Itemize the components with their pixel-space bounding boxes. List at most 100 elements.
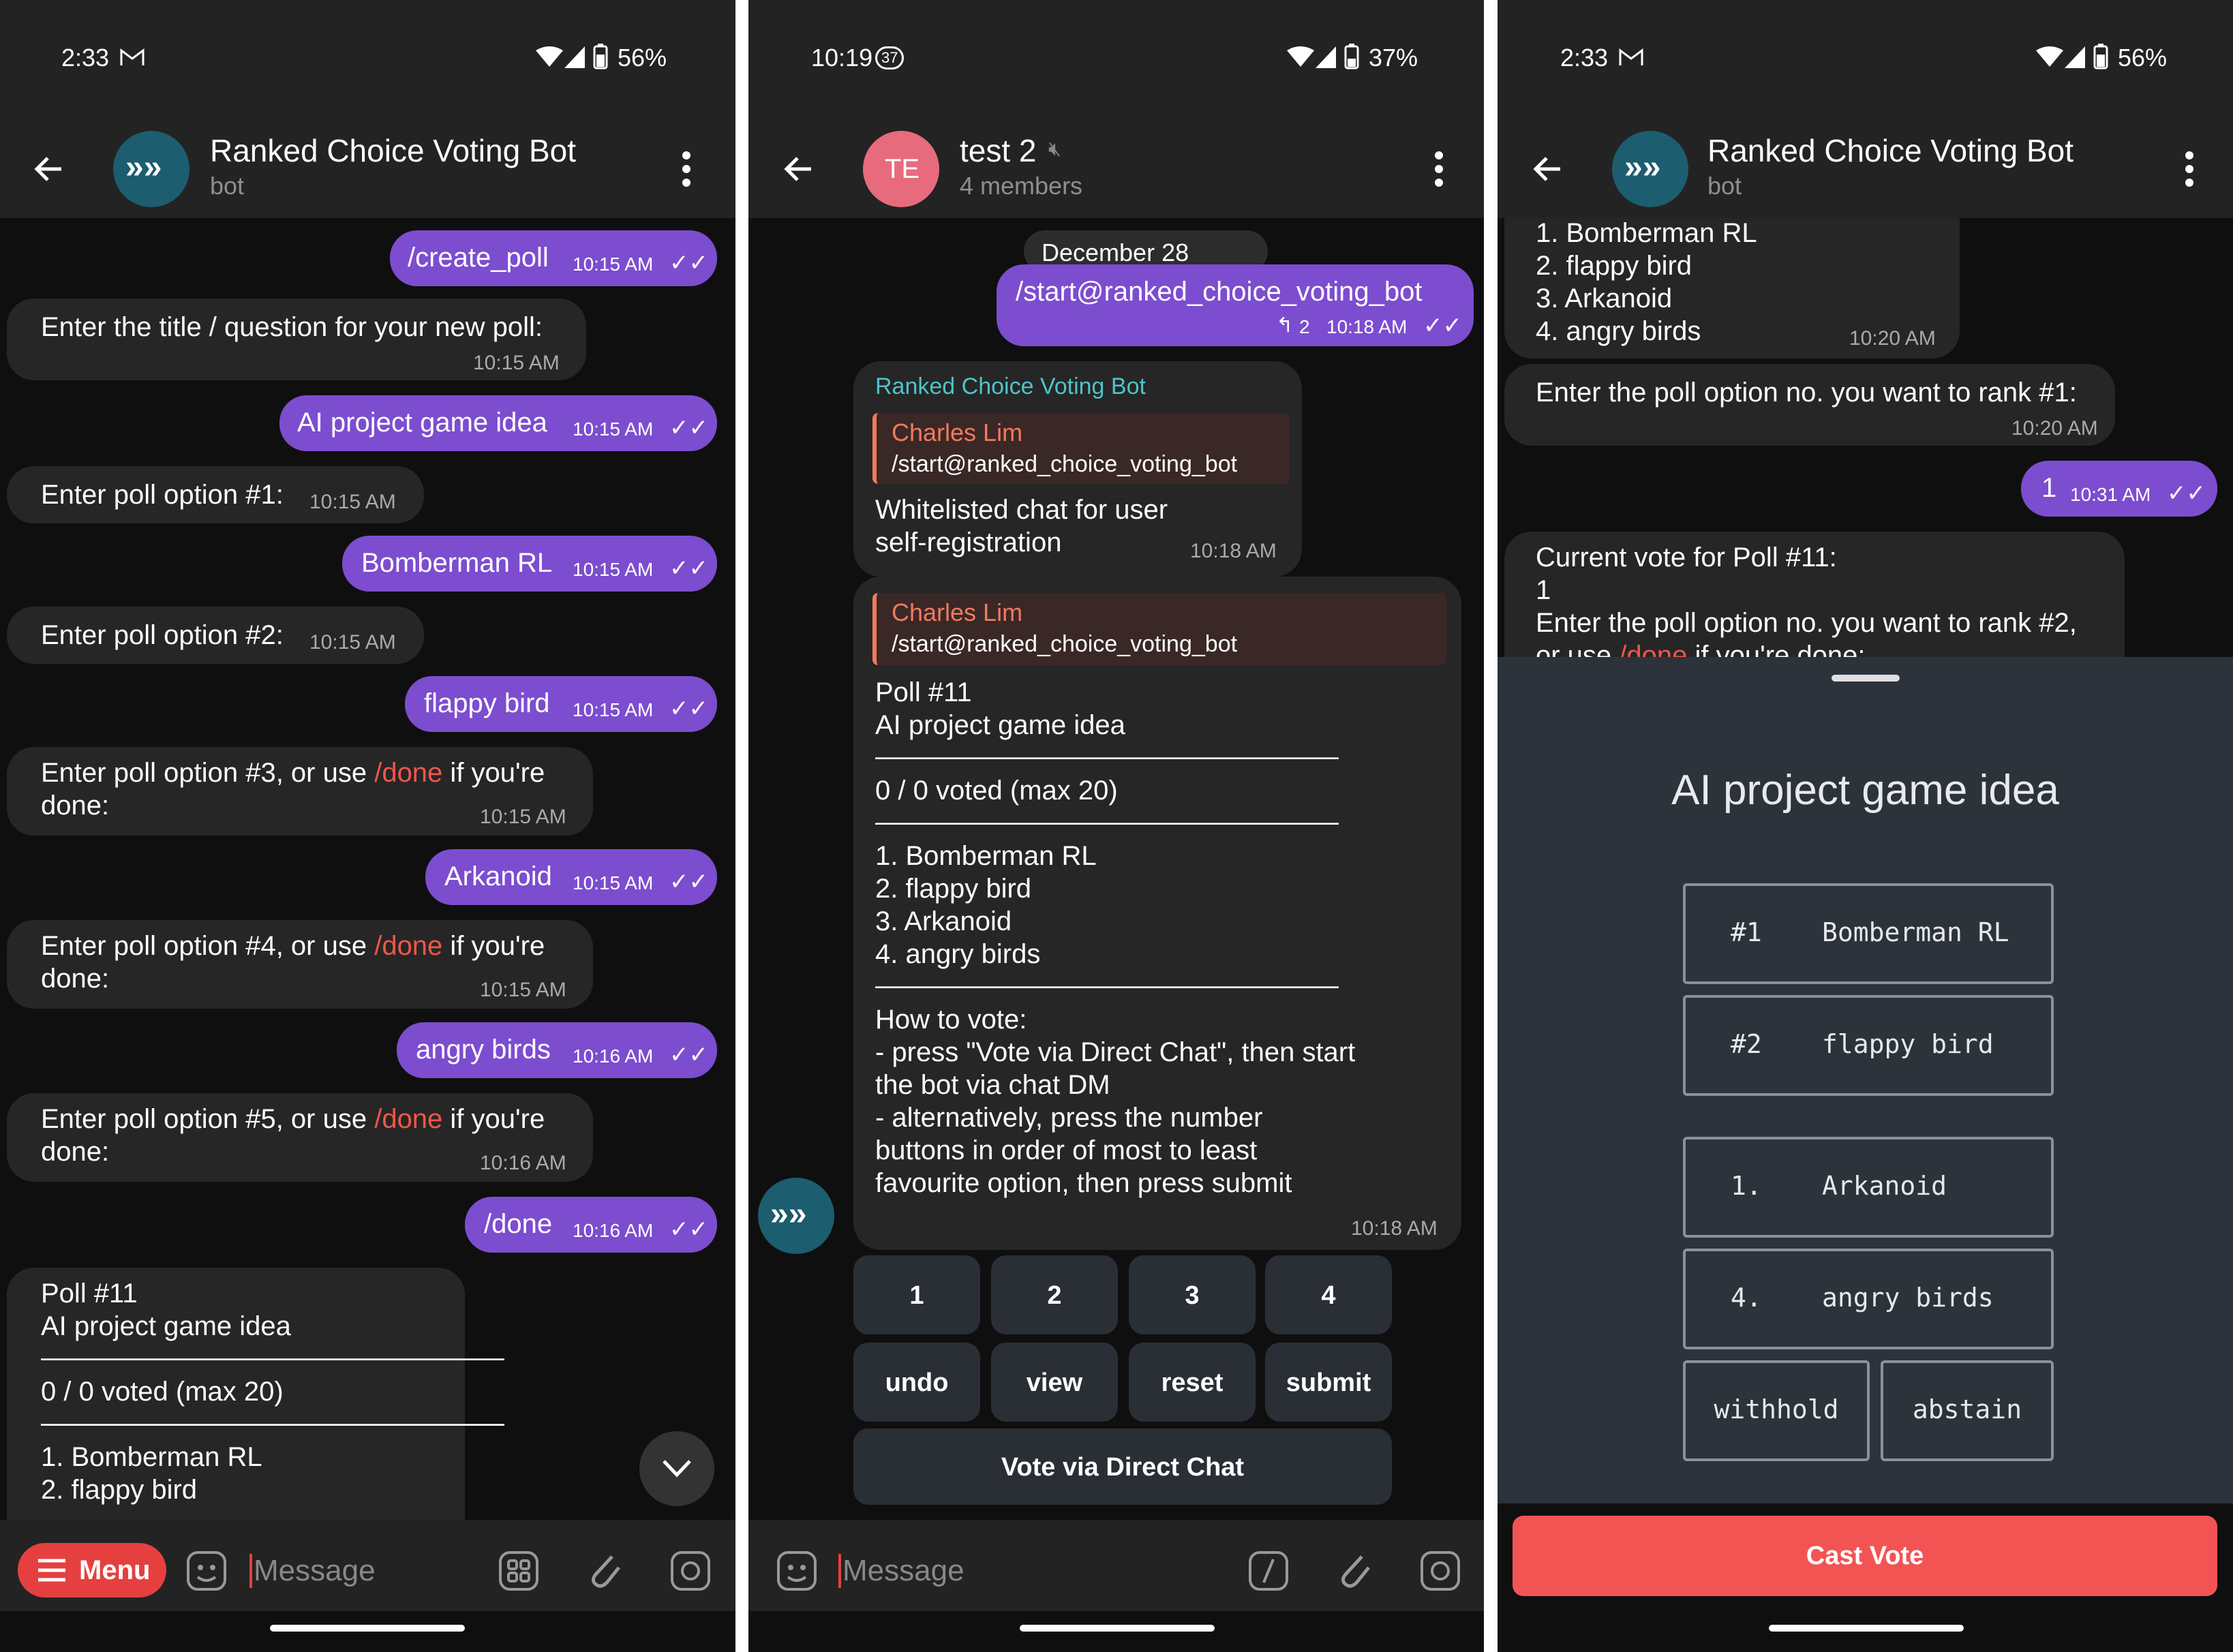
battery-percent: 56% (2118, 44, 2168, 72)
message-in[interactable]: Enter the poll option no. you want to ra… (1504, 364, 2115, 446)
chat-title[interactable]: test 2 (960, 132, 1037, 169)
ranked-option-2[interactable]: #2 flappy bird (1683, 995, 2054, 1096)
undo-button[interactable]: undo (853, 1343, 980, 1422)
sender-name[interactable]: Ranked Choice Voting Bot (875, 373, 1146, 400)
message-text-part: Enter poll option #3, or use (41, 758, 375, 788)
poll-option: 4. angry birds (875, 939, 1041, 969)
vote-via-direct-chat-button[interactable]: Vote via Direct Chat (853, 1428, 1392, 1505)
instructions-text: How to vote: (875, 1005, 1027, 1035)
instructions-text: the bot via chat DM (875, 1070, 1110, 1100)
poll-message[interactable]: Charles Lim /start@ranked_choice_voting_… (853, 577, 1461, 1250)
bot-logo-icon: »» (125, 149, 162, 185)
more-options-icon[interactable] (2183, 150, 2196, 188)
reset-button[interactable]: reset (1129, 1343, 1256, 1422)
message-out[interactable]: 1 10:31 AM ✓✓ (2021, 461, 2217, 517)
attach-icon[interactable] (1333, 1547, 1374, 1592)
message-out[interactable]: /create_poll 10:15 AM ✓✓ (390, 230, 717, 286)
message-in[interactable]: Enter poll option #2: 10:15 AM (7, 607, 424, 664)
keyboard-button-1[interactable]: 1 (853, 1255, 980, 1334)
ranked-option-1[interactable]: #1 Bomberman RL (1683, 883, 2054, 984)
poll-option: 3. Arkanoid (875, 906, 1012, 936)
scroll-down-button[interactable] (639, 1431, 714, 1506)
keyboard-button-4[interactable]: 4 (1265, 1255, 1392, 1334)
button-label: abstain (1912, 1394, 2022, 1424)
message-out[interactable]: angry birds 10:16 AM ✓✓ (397, 1022, 717, 1078)
drag-handle[interactable] (1832, 675, 1900, 682)
camera-icon[interactable] (1419, 1550, 1461, 1592)
more-options-icon[interactable] (1433, 150, 1445, 188)
message-out[interactable]: Arkanoid 10:15 AM ✓✓ (425, 849, 717, 905)
message-text: done: (41, 964, 110, 994)
message-in[interactable]: Enter poll option #5, or use /done if yo… (7, 1093, 593, 1182)
button-label: 4 (1321, 1281, 1336, 1310)
abstain-button[interactable]: abstain (1881, 1360, 2054, 1461)
message-input[interactable]: Message (838, 1554, 964, 1588)
attach-icon[interactable] (583, 1547, 624, 1592)
message-in[interactable]: Enter poll option #1: 10:15 AM (7, 466, 424, 523)
instructions-text: buttons in order of most to least (875, 1135, 1258, 1165)
message-text: 1 (2041, 473, 2057, 503)
message-in[interactable]: 1. Bomberman RL 2. flappy bird 3. Arkano… (1504, 218, 1960, 358)
message-input[interactable]: Message (249, 1554, 376, 1588)
message-time: 10:15 AM (573, 699, 654, 720)
message-time: 10:15 AM (309, 491, 396, 513)
message-text-part: Enter poll option #5, or use (41, 1104, 375, 1134)
back-arrow-icon[interactable] (1532, 153, 1564, 185)
unranked-option-angry-birds[interactable]: 4. angry birds (1683, 1249, 2054, 1349)
status-time: 2:33 (1560, 44, 1609, 72)
message-out[interactable]: Bomberman RL 10:15 AM ✓✓ (342, 536, 717, 592)
quoted-message[interactable]: Charles Lim /start@ranked_choice_voting_… (872, 413, 1290, 484)
bot-reply-message[interactable]: Ranked Choice Voting Bot Charles Lim /st… (853, 361, 1302, 577)
quoted-message[interactable]: Charles Lim /start@ranked_choice_voting_… (872, 593, 1446, 665)
bot-avatar[interactable]: »» (758, 1178, 834, 1254)
more-options-icon[interactable] (680, 150, 693, 188)
message-out[interactable]: AI project game idea 10:15 AM ✓✓ (279, 395, 717, 451)
message-time: 10:20 AM (1849, 327, 1936, 350)
button-label: withhold (1714, 1394, 1839, 1424)
done-command-link[interactable]: /done (374, 1104, 442, 1134)
done-command-link[interactable]: /done (374, 758, 442, 788)
message-time: 10:18 AM (1351, 1217, 1438, 1240)
message-text: /done (484, 1209, 553, 1239)
camera-icon[interactable] (669, 1550, 712, 1592)
bot-avatar[interactable]: »» (113, 131, 189, 207)
slash-command-icon[interactable] (1247, 1550, 1290, 1592)
message-out[interactable]: flappy bird 10:15 AM ✓✓ (405, 676, 717, 732)
chat-title[interactable]: Ranked Choice Voting Bot (210, 132, 576, 169)
keyboard-button-2[interactable]: 2 (991, 1255, 1118, 1334)
bot-avatar[interactable]: »» (1612, 131, 1688, 207)
message-text: Enter poll option #5, or use /done if yo… (41, 1104, 545, 1135)
message-out[interactable]: /start@ranked_choice_voting_bot ↰ 2 10:1… (997, 264, 1474, 346)
message-text: /start@ranked_choice_voting_bot (1016, 277, 1423, 307)
message-in[interactable]: Current vote for Poll #11: 1 Enter the p… (1504, 532, 2125, 657)
keyboard-button-3[interactable]: 3 (1129, 1255, 1256, 1334)
sticker-icon[interactable] (185, 1550, 228, 1592)
withhold-button[interactable]: withhold (1683, 1360, 1870, 1461)
view-button[interactable]: view (991, 1343, 1118, 1422)
chat-title[interactable]: Ranked Choice Voting Bot (1707, 132, 2074, 169)
done-command-link[interactable]: /done (374, 931, 442, 961)
sticker-icon[interactable] (776, 1550, 818, 1592)
cast-vote-button[interactable]: Cast Vote (1513, 1516, 2217, 1596)
button-label: view (1026, 1368, 1083, 1397)
message-time: 10:16 AM (573, 1045, 654, 1067)
message-time: 10:31 AM (2070, 484, 2151, 505)
message-in[interactable]: Enter poll option #3, or use /done if yo… (7, 747, 593, 836)
submit-button[interactable]: submit (1265, 1343, 1392, 1422)
screen-divider (1484, 0, 1498, 1652)
message-text: Enter the poll option no. you want to ra… (1536, 378, 2077, 408)
message-in[interactable]: Enter the title / question for your new … (7, 299, 586, 380)
group-avatar[interactable]: TE (863, 131, 939, 207)
message-in[interactable]: Enter poll option #4, or use /done if yo… (7, 920, 593, 1009)
done-command-link[interactable]: /done (1619, 641, 1687, 657)
back-arrow-icon[interactable] (783, 153, 815, 185)
menu-button[interactable]: Menu (18, 1543, 166, 1597)
poll-option: 2. flappy bird (875, 874, 1032, 904)
message-time: 10:16 AM (573, 1220, 654, 1241)
bot-keyboard-icon[interactable] (498, 1550, 540, 1592)
back-arrow-icon[interactable] (33, 153, 65, 185)
double-check-icon: ✓✓ (669, 555, 708, 581)
poll-message[interactable]: Poll #11 AI project game idea ——————————… (7, 1268, 504, 1554)
unranked-option-arkanoid[interactable]: 1. Arkanoid (1683, 1137, 2054, 1238)
message-out[interactable]: /done 10:16 AM ✓✓ (465, 1197, 717, 1253)
